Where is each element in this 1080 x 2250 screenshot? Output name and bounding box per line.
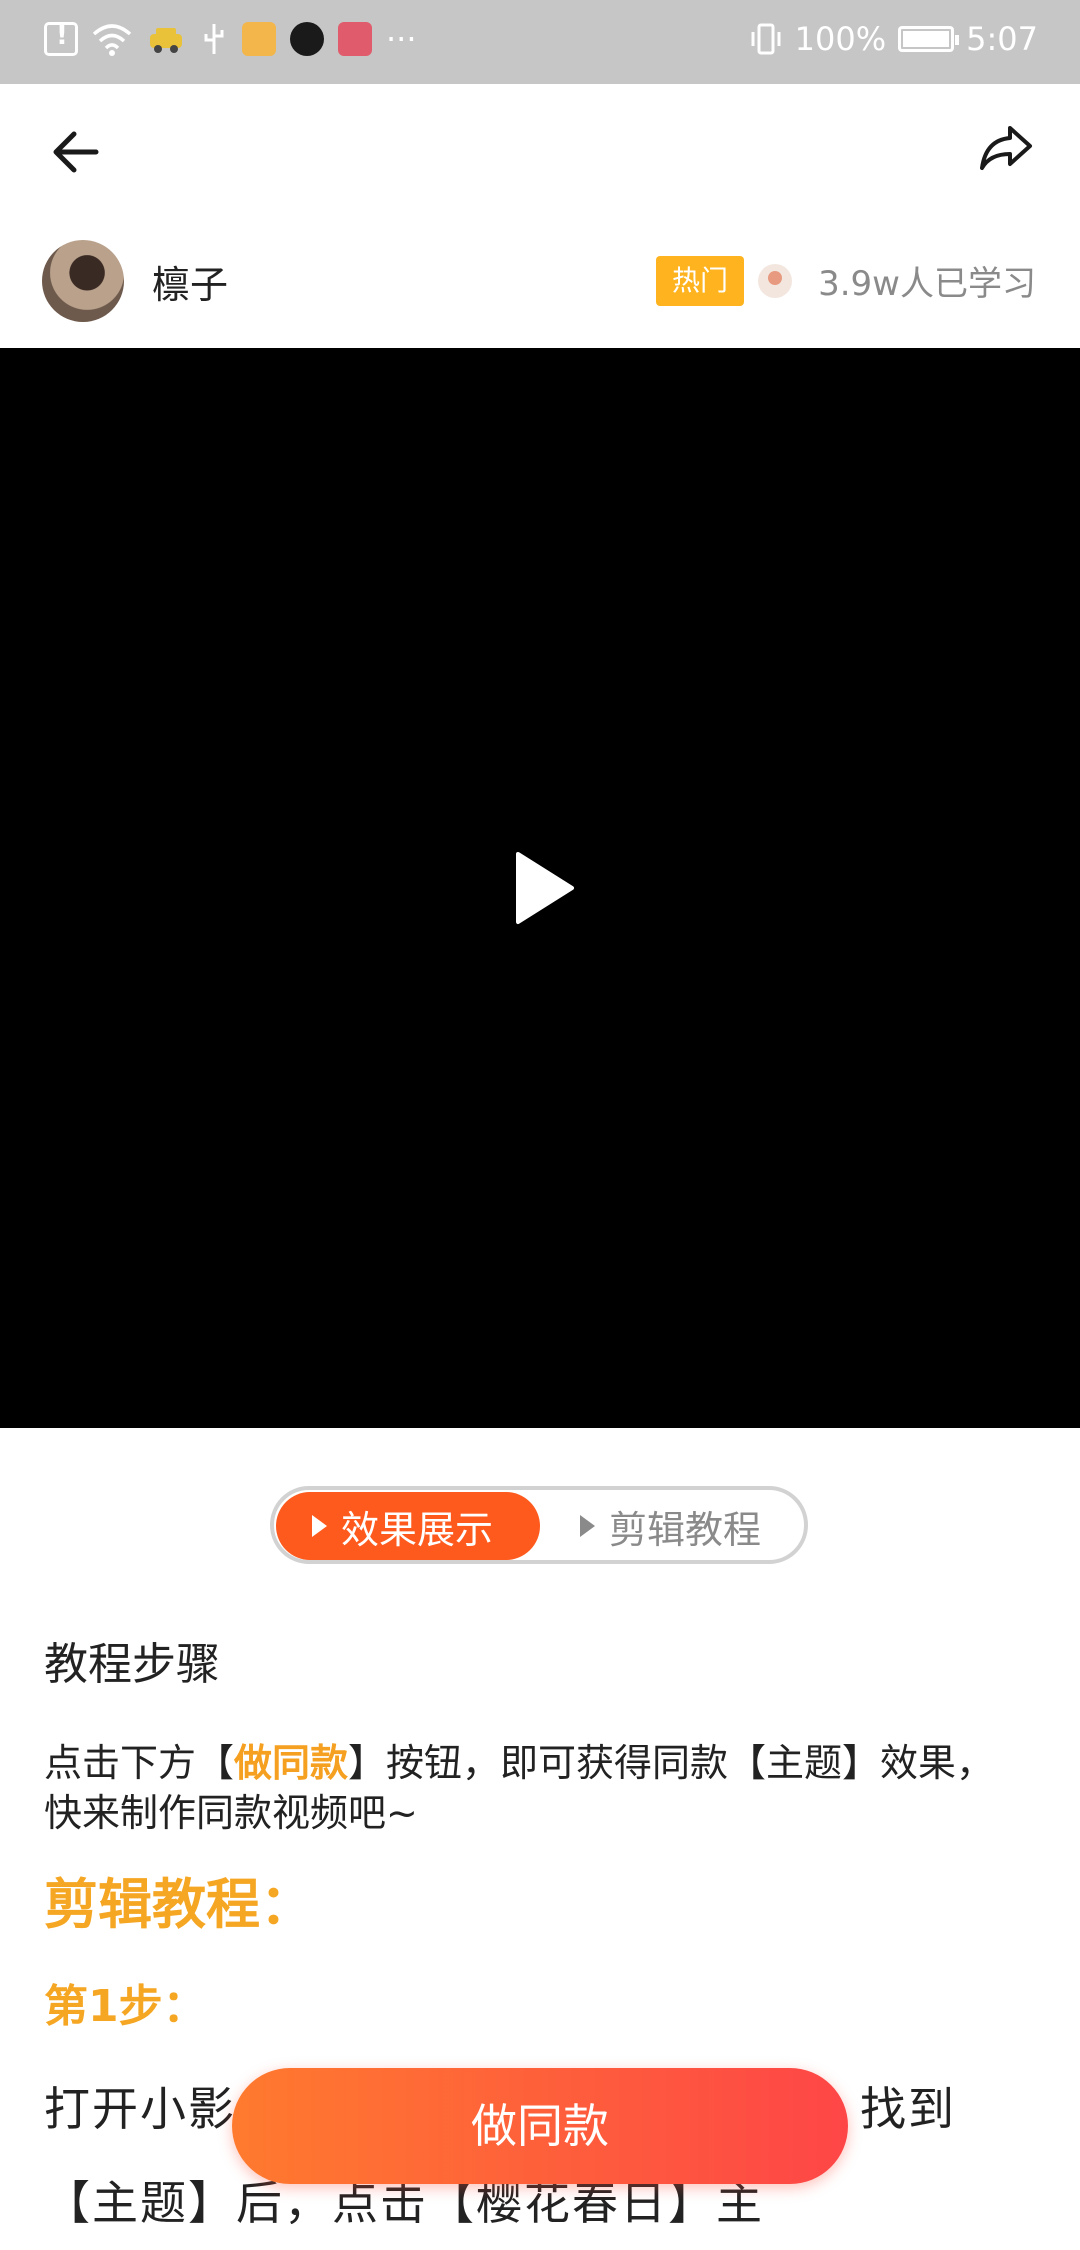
clock: 5:07 xyxy=(966,20,1038,58)
battery-percent: 100% xyxy=(794,20,887,58)
taxi-icon xyxy=(150,28,182,53)
share-icon[interactable] xyxy=(976,118,1036,178)
step-1-heading: 第1步： xyxy=(44,1981,207,2032)
more-notifications: ··· xyxy=(386,20,417,58)
play-small-icon xyxy=(580,1515,595,1537)
battery-icon xyxy=(898,26,960,52)
status-right: 100% 5:07 xyxy=(749,20,1038,58)
weibo-app-icon xyxy=(242,22,276,56)
author-row: 檩子 热门 3.9w人已学习 xyxy=(0,214,1080,348)
intro-text: 点击下方【做同款】按钮，即可获得同款【主题】效果，快来制作同款视频吧~ xyxy=(44,1738,1004,1838)
steps-heading: 教程步骤 xyxy=(44,1639,220,1690)
back-arrow-icon[interactable] xyxy=(46,122,106,182)
intro-highlight: 做同款 xyxy=(234,1741,349,1785)
learner-avatar-icon xyxy=(758,264,792,298)
author-name[interactable]: 檩子 xyxy=(152,254,228,309)
play-icon[interactable] xyxy=(512,850,576,926)
tab-effect-label: 效果展示 xyxy=(341,1507,494,1552)
section-heading: 剪辑教程： xyxy=(44,1873,314,1936)
vibrate-icon xyxy=(751,23,781,55)
status-bar: ··· 100% 5:07 xyxy=(0,0,1080,84)
hot-badge: 热门 xyxy=(656,256,744,306)
tab-tutorial-label: 剪辑教程 xyxy=(609,1507,762,1552)
intro-prefix: 点击下方【 xyxy=(44,1741,235,1785)
shopping-app-icon xyxy=(338,22,372,56)
tiktok-app-icon xyxy=(290,22,324,56)
make-same-button[interactable]: 做同款 xyxy=(232,2068,848,2184)
learner-count: 3.9w人已学习 xyxy=(818,264,1036,304)
tab-editing-tutorial[interactable]: 剪辑教程 xyxy=(564,1492,804,1560)
view-toggle: 效果展示 剪辑教程 xyxy=(270,1486,808,1564)
alert-icon xyxy=(44,21,78,56)
status-left-icons: ··· xyxy=(44,20,417,58)
wifi-icon xyxy=(92,24,132,56)
tab-effect-preview[interactable]: 效果展示 xyxy=(276,1492,540,1560)
navigation-bar xyxy=(0,84,1080,214)
play-small-icon xyxy=(312,1515,327,1537)
avatar[interactable] xyxy=(42,240,124,322)
usb-icon xyxy=(204,24,224,54)
